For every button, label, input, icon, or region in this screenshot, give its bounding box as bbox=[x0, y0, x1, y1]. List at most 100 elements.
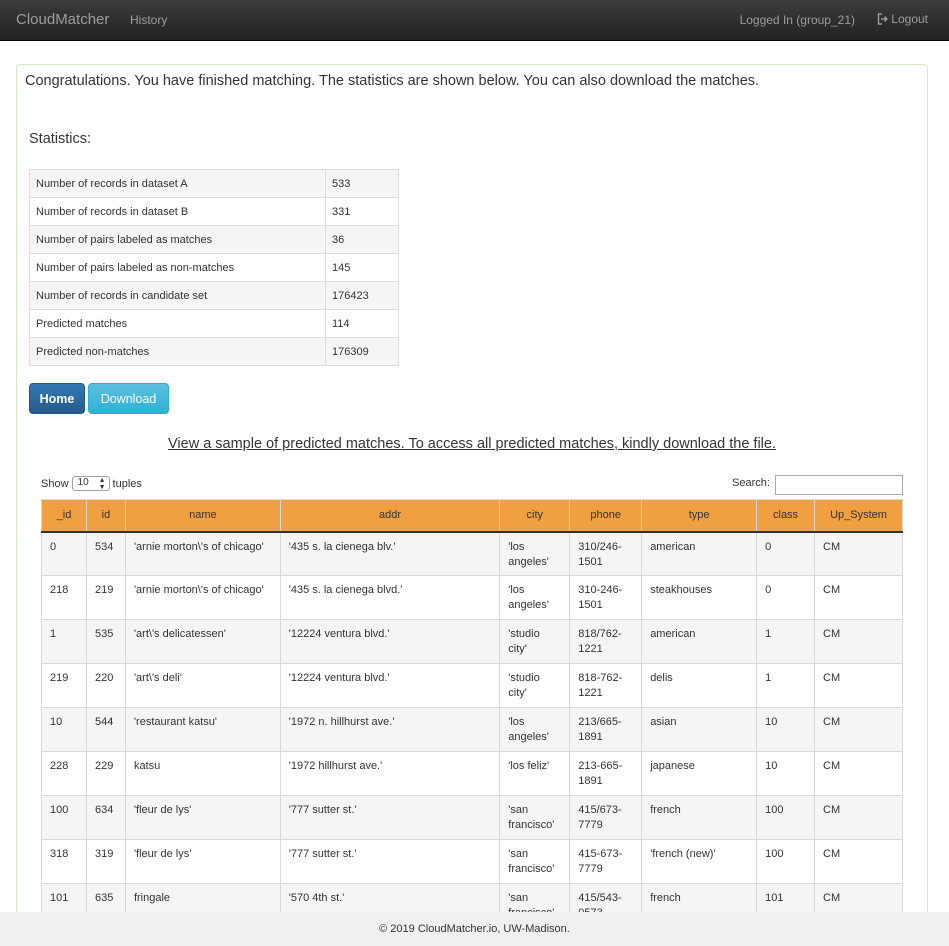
brand-link[interactable]: CloudMatcher bbox=[16, 11, 109, 28]
table-cell: 818-762-1221 bbox=[569, 663, 643, 708]
table-cell: 213-665-1891 bbox=[569, 751, 643, 796]
table-cell: 1 bbox=[756, 619, 815, 664]
page-size-value: 10 bbox=[77, 477, 89, 488]
table-cell: '777 sutter st.' bbox=[279, 795, 501, 840]
table-cell: 415-673-7779 bbox=[569, 839, 643, 884]
table-row: 1 535'art\'s delicatessen' '12224 ventura … bbox=[41, 619, 903, 664]
statistic-value: 176309 bbox=[325, 337, 399, 366]
table-cell: 'restaurant katsu' bbox=[124, 707, 281, 752]
sample-matches-link[interactable]: View a sample of predicted matches. To a… bbox=[17, 436, 927, 452]
column-header[interactable]: class bbox=[756, 499, 815, 533]
statistics-row: Predicted non-matches 176309 bbox=[29, 337, 399, 366]
table-cell: 100 bbox=[756, 839, 815, 884]
home-button[interactable]: Home bbox=[29, 383, 85, 414]
table-cell: 319 bbox=[85, 839, 126, 884]
table-cell: 310-246-1501 bbox=[569, 575, 643, 620]
table-cell: 'french (new)' bbox=[641, 839, 758, 884]
nav-history-link[interactable]: History bbox=[130, 13, 167, 27]
statistic-label: Number of records in dataset B bbox=[29, 197, 326, 226]
table-cell: 'fleur de lys' bbox=[124, 839, 281, 884]
results-panel: Congratulations. You have finished match… bbox=[16, 64, 928, 924]
table-cell: 'fleur de lys' bbox=[124, 795, 281, 840]
statistic-value: 36 bbox=[325, 225, 399, 254]
statistics-row: Number of records in candidate set 176423 bbox=[29, 281, 399, 310]
table-cell: 'art\'s deli' bbox=[124, 663, 281, 708]
table-cell: 'arnie morton\'s of chicago' bbox=[124, 531, 281, 576]
statistic-value: 176423 bbox=[325, 281, 399, 310]
statistics-table: Number of records in dataset A 533 Number … bbox=[29, 169, 399, 366]
table-cell: 0 bbox=[756, 531, 815, 576]
table-row: 10 544'restaurant katsu' '1972 n. hillhurs… bbox=[41, 707, 903, 752]
statistic-value: 331 bbox=[325, 197, 399, 226]
table-cell: american bbox=[641, 531, 758, 576]
statistic-label: Predicted matches bbox=[29, 309, 326, 338]
table-cell: 220 bbox=[85, 663, 126, 708]
logout-link[interactable]: Logout bbox=[877, 12, 928, 26]
search-input[interactable] bbox=[775, 475, 903, 495]
table-cell: 213/665-1891 bbox=[569, 707, 643, 752]
table-cell: katsu bbox=[124, 751, 281, 796]
table-cell: 219 bbox=[85, 575, 126, 620]
table-cell: 0 bbox=[756, 575, 815, 620]
column-header[interactable]: _id bbox=[41, 499, 87, 533]
table-cell: 228 bbox=[41, 751, 87, 796]
table-cell: 415/673-7779 bbox=[569, 795, 643, 840]
table-cell: 229 bbox=[85, 751, 126, 796]
table-cell: french bbox=[641, 795, 758, 840]
table-cell: 10 bbox=[756, 751, 815, 796]
table-cell: 'art\'s delicatessen' bbox=[124, 619, 281, 664]
table-cell: steakhouses bbox=[641, 575, 758, 620]
select-arrows-icon: ▲ ▼ bbox=[98, 477, 106, 491]
column-header[interactable]: addr bbox=[279, 499, 501, 533]
table-cell: 'studio city' bbox=[499, 663, 571, 708]
statistic-label: Predicted non-matches bbox=[29, 337, 326, 366]
table-cell: 318 bbox=[41, 839, 87, 884]
statistic-label: Number of records in candidate set bbox=[29, 281, 326, 310]
column-header[interactable]: phone bbox=[569, 499, 643, 533]
logged-in-user[interactable]: Logged In (group_21) bbox=[740, 13, 855, 27]
statistic-value: 533 bbox=[325, 169, 399, 198]
table-cell: 219 bbox=[41, 663, 87, 708]
table-cell: 634 bbox=[85, 795, 126, 840]
table-cell: CM bbox=[814, 575, 903, 620]
footer: © 2019 CloudMatcher.io, UW-Madison. bbox=[0, 912, 949, 946]
table-cell: 'los angeles' bbox=[499, 531, 571, 576]
table-row: 219 220'art\'s deli' '12224 ventura blvd.'… bbox=[41, 663, 903, 708]
table-cell: 'los feliz' bbox=[499, 751, 571, 796]
completion-message: Congratulations. You have finished match… bbox=[25, 73, 760, 89]
table-cell: '12224 ventura blvd.' bbox=[279, 663, 501, 708]
table-cell: '435 s. la cienega blvd.' bbox=[279, 575, 501, 620]
statistics-row: Predicted matches 114 bbox=[29, 309, 399, 338]
column-header[interactable]: type bbox=[641, 499, 758, 533]
statistics-row: Number of records in dataset B 331 bbox=[29, 197, 399, 226]
table-cell: CM bbox=[814, 707, 903, 752]
table-cell: 10 bbox=[41, 707, 87, 752]
search-label: Search: bbox=[732, 477, 770, 489]
logout-icon bbox=[878, 13, 889, 25]
table-row: 0 534'arnie morton\'s of chicago' '435 s. … bbox=[41, 531, 903, 576]
matches-table: _id id name addr city phone type class Up_System… bbox=[41, 499, 903, 923]
table-cell: 'san francisco' bbox=[499, 795, 571, 840]
table-cell: 10 bbox=[756, 707, 815, 752]
table-cell: 544 bbox=[85, 707, 126, 752]
table-cell: CM bbox=[814, 619, 903, 664]
top-navbar: CloudMatcher History Logged In (group_21… bbox=[0, 0, 949, 41]
table-cell: american bbox=[641, 619, 758, 664]
download-button[interactable]: Download bbox=[88, 383, 169, 414]
table-cell: 'studio city' bbox=[499, 619, 571, 664]
statistics-row: Number of records in dataset A 533 bbox=[29, 169, 399, 198]
table-cell: 818/762-1221 bbox=[569, 619, 643, 664]
column-header[interactable]: city bbox=[499, 499, 571, 533]
show-label: Show bbox=[41, 477, 69, 490]
table-cell: 'san francisco' bbox=[499, 839, 571, 884]
table-cell: 534 bbox=[85, 531, 126, 576]
statistic-label: Number of pairs labeled as non-matches bbox=[29, 253, 326, 282]
column-header[interactable]: name bbox=[124, 499, 281, 533]
column-header[interactable]: Up_System bbox=[814, 499, 903, 533]
page-size-select[interactable]: 10 ▲ ▼ bbox=[71, 476, 110, 491]
column-header[interactable]: id bbox=[85, 499, 126, 533]
statistics-row: Number of pairs labeled as matches 36 bbox=[29, 225, 399, 254]
table-cell: '1972 n. hillhurst ave.' bbox=[279, 707, 501, 752]
table-cell: 218 bbox=[41, 575, 87, 620]
table-cell: 310/246-1501 bbox=[569, 531, 643, 576]
